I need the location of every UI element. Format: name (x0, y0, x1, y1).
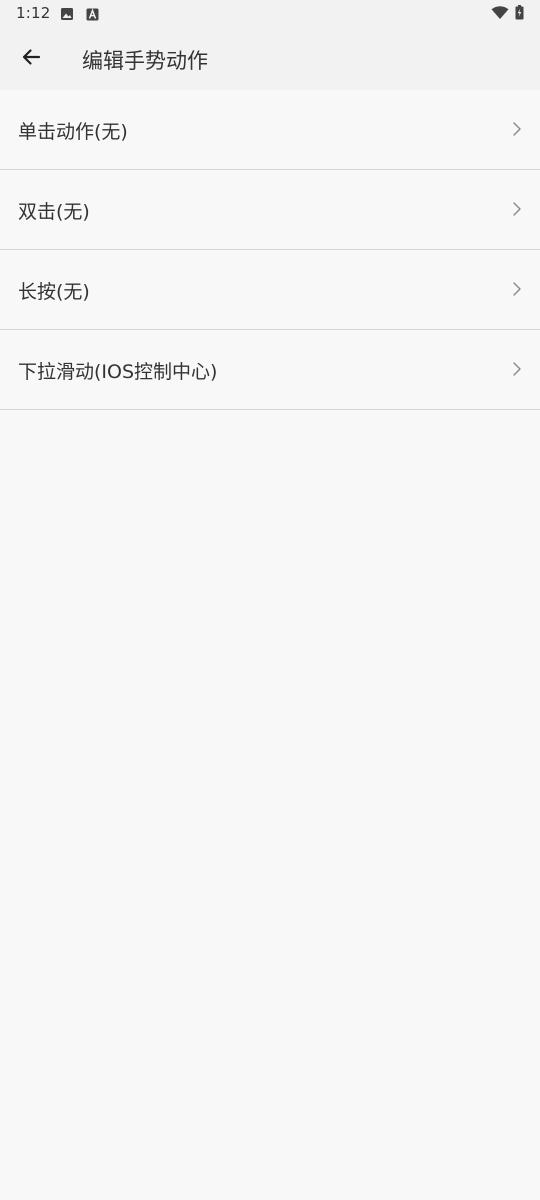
status-system-icons (491, 5, 524, 24)
list-item-label: 双击(无) (18, 201, 90, 223)
a-icon (86, 6, 99, 25)
chevron-right-icon (512, 121, 522, 137)
page-title: 编辑手势动作 (82, 49, 208, 73)
list-item-label: 长按(无) (18, 281, 90, 303)
list-item-double-tap[interactable]: 双击(无) (0, 170, 540, 250)
status-notification-icons (60, 6, 99, 25)
list-item-label: 单击动作(无) (18, 121, 128, 143)
list-item-long-press[interactable]: 长按(无) (0, 250, 540, 330)
back-button[interactable] (14, 42, 48, 76)
list-item-label: 下拉滑动(IOS控制中心) (18, 361, 218, 383)
gesture-action-list: 单击动作(无) 双击(无) 长按(无) 下拉滑动(IOS控制中心) (0, 90, 540, 410)
list-item-single-tap[interactable]: 单击动作(无) (0, 90, 540, 170)
arrow-left-icon (21, 47, 41, 71)
chevron-right-icon (512, 361, 522, 377)
image-icon (60, 6, 74, 25)
list-item-swipe-down[interactable]: 下拉滑动(IOS控制中心) (0, 330, 540, 410)
wifi-icon (491, 5, 509, 24)
battery-icon (515, 5, 524, 24)
app-bar: 编辑手势动作 (0, 26, 540, 90)
chevron-right-icon (512, 281, 522, 297)
status-bar: 1:12 (0, 0, 540, 26)
status-time: 1:12 (16, 4, 51, 22)
chevron-right-icon (512, 201, 522, 217)
